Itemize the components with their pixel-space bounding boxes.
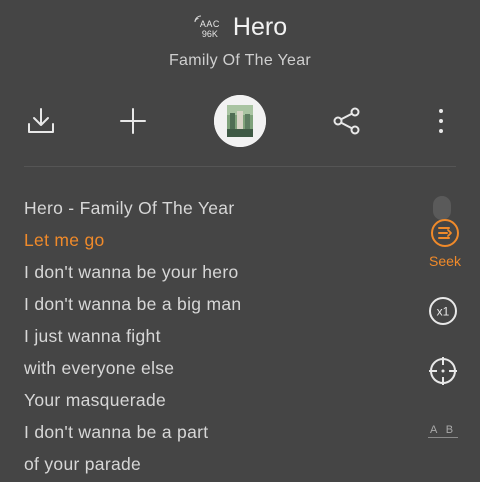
speed-icon: x1 (429, 297, 457, 325)
playback-speed-button[interactable]: x1 (428, 296, 458, 331)
download-button[interactable] (24, 104, 58, 138)
lyrics-scroll-handle[interactable] (433, 196, 451, 220)
lyrics-list[interactable]: Hero - Family Of The Year Let me go I do… (24, 194, 414, 482)
album-art-button[interactable] (214, 95, 266, 147)
artist-name: Family Of The Year (168, 52, 312, 69)
share-button[interactable] (330, 104, 364, 138)
lyric-line[interactable]: Hero - Family Of The Year (24, 194, 414, 226)
player-toolbar (0, 92, 480, 150)
album-art (214, 95, 266, 147)
audio-codec: AAC (199, 19, 220, 29)
download-icon (28, 108, 54, 133)
add-to-playlist-button[interactable] (116, 104, 150, 138)
lyric-line[interactable]: I don't wanna be a part (24, 418, 414, 450)
lyric-line-current[interactable]: Let me go (24, 226, 414, 258)
speed-label: x1 (437, 305, 450, 319)
locate-current-line-button[interactable] (428, 356, 458, 391)
lyric-line[interactable]: I just wanna fight (24, 322, 414, 354)
audio-bitrate: 96K (201, 29, 218, 39)
crosshair-icon (429, 357, 457, 385)
lyric-line[interactable]: I don't wanna be a big man (24, 290, 414, 322)
seek-button[interactable]: Seek (420, 218, 470, 269)
divider (24, 166, 456, 167)
lyric-line[interactable]: of your parade (24, 450, 414, 482)
plus-icon (120, 108, 146, 134)
share-icon (333, 107, 360, 135)
seek-label: Seek (429, 253, 461, 269)
more-options-button[interactable] (424, 104, 458, 138)
ab-repeat-button[interactable]: A B (428, 424, 458, 438)
lyric-line[interactable]: I don't wanna be your hero (24, 258, 414, 290)
title-row: AAC 96K Hero (0, 12, 480, 42)
more-vertical-icon (439, 109, 443, 133)
song-title: Hero (232, 12, 288, 41)
audio-quality-badge: AAC 96K (193, 12, 227, 42)
player-header: AAC 96K Hero Family Of The Year (0, 0, 480, 90)
seek-icon (431, 219, 459, 247)
lyric-line[interactable]: with everyone else (24, 354, 414, 386)
lyric-line[interactable]: Your masquerade (24, 386, 414, 418)
